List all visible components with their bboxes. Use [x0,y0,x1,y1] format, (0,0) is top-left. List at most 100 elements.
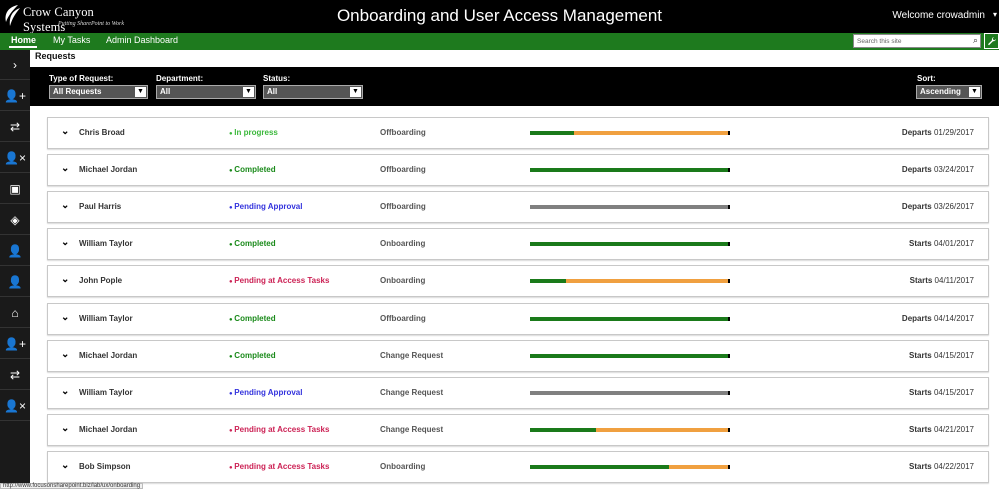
request-progress-bar [530,390,730,395]
progress-pending-fill [530,205,729,210]
progress-end-marker [728,168,730,173]
sidebar-managers[interactable]: 👤 [0,236,30,266]
status-filter-select[interactable]: All ▼ [263,85,363,99]
type-filter-select[interactable]: All Requests ▼ [49,85,148,99]
expand-chevron-icon[interactable]: ⌄ [61,200,69,211]
request-date-label: Starts [909,461,932,471]
user-icon: 👤 [7,275,23,289]
expand-chevron-icon[interactable]: ⌄ [61,423,69,434]
remove-user-icon: 👤× [4,399,26,413]
sidebar-expand-button[interactable]: › [0,50,30,80]
expand-chevron-icon[interactable]: ⌄ [61,274,69,285]
request-date-value: 04/11/2017 [934,276,974,286]
request-row[interactable]: ⌄ William Taylor ● Completed Offboarding Dep… [47,302,989,335]
progress-end-marker [728,205,730,210]
sort-label: Sort: [917,74,936,83]
sidebar-change-request-2[interactable]: ⇄ [0,360,30,390]
nav-my-tasks-link[interactable]: My Tasks [53,35,90,45]
request-row[interactable]: ⌄ Michael Jordan ● Completed Offboarding Dep… [47,154,989,187]
request-row[interactable]: ⌄ William Taylor ● Pending Approval Change … [47,376,989,409]
wrench-icon [987,37,996,46]
request-date-value: 01/29/2017 [933,128,974,137]
request-progress-bar [530,316,730,321]
request-type: Offboarding [380,313,426,323]
expand-chevron-icon[interactable]: ⌄ [61,237,69,248]
request-type: Offboarding [380,128,426,137]
sidebar-change-request[interactable]: ⇄ [0,112,30,142]
user-menu-caret-icon[interactable]: ▾ [993,10,997,19]
request-status-text: Pending at Access Tasks [234,461,330,471]
chevron-down-icon: ▼ [350,87,361,97]
request-date-value: 04/14/2017 [933,313,974,323]
save-icon: ▣ [9,182,21,196]
expand-chevron-icon[interactable]: ⌄ [61,312,69,323]
request-date-value: 03/26/2017 [933,202,974,212]
department-filter-value: All [160,87,171,96]
welcome-user-menu[interactable]: Welcome crowadmin [892,10,985,21]
request-employee-name: Michael Jordan [79,424,138,434]
progress-complete-fill [530,316,729,321]
sidebar-offboarding[interactable]: 👤× [0,143,30,173]
remove-user-icon: 👤× [4,151,26,165]
nav-admin-dashboard-link[interactable]: Admin Dashboard [106,35,178,45]
request-row[interactable]: ⌄ Paul Harris ● Pending Approval Offboardin… [47,191,989,224]
add-user-icon: 👤+ [4,337,26,351]
request-date: Departs 04/14/2017 [902,314,974,323]
request-row[interactable]: ⌄ Bob Simpson ● Pending at Access Tasks Onb… [47,450,989,483]
request-row[interactable]: ⌄ William Taylor ● Completed Onboarding Star… [47,228,989,261]
request-status-text: Completed [234,165,276,175]
request-date-value: 03/24/2017 [933,165,974,175]
sidebar-new-onboarding[interactable]: 👤+ [0,81,30,111]
search-icon[interactable]: ⌕ [973,35,978,46]
chevron-down-icon: ▼ [243,87,254,97]
request-status: ● Pending at Access Tasks [229,276,329,285]
sidebar-home[interactable]: ⌂ [0,298,30,328]
sidebar-new-onboarding-2[interactable]: 👤+ [0,329,30,359]
request-status: ● Pending at Access Tasks [229,425,329,434]
search-input[interactable] [854,35,966,47]
progress-end-marker [728,279,730,284]
request-row[interactable]: ⌄ John Pople ● Pending at Access Tasks Onbo… [47,265,989,298]
request-progress-bar [530,168,730,173]
request-date: Starts 04/01/2017 [909,239,974,248]
request-date-value: 04/01/2017 [933,239,974,249]
request-date-label: Starts [909,387,932,397]
expand-chevron-icon[interactable]: ⌄ [61,163,69,174]
request-progress-bar [530,427,730,432]
settings-wrench-button[interactable] [984,33,999,49]
request-date-label: Starts [909,350,932,360]
request-status-text: Completed [234,313,276,323]
expand-chevron-icon[interactable]: ⌄ [61,386,69,397]
request-status: ● In progress [229,128,278,137]
nav-home-link[interactable]: Home [11,35,36,45]
progress-end-marker [728,242,730,247]
expand-chevron-icon[interactable]: ⌄ [61,349,69,360]
sidebar-tags[interactable]: ◈ [0,205,30,235]
sidebar-offboarding-2[interactable]: 👤× [0,391,30,421]
request-date: Starts 04/11/2017 [910,276,974,285]
request-progress-bar [530,353,730,358]
progress-end-marker [728,316,730,321]
request-row[interactable]: ⌄ Michael Jordan ● Completed Change Request… [47,339,989,372]
sort-select[interactable]: Ascending ▼ [916,85,982,99]
expand-chevron-icon[interactable]: ⌄ [61,126,69,137]
request-row[interactable]: ⌄ Chris Broad ● In progress Offboarding Depa… [47,117,989,149]
request-type: Offboarding [380,202,426,212]
sidebar-save[interactable]: ▣ [0,174,30,204]
transfer-icon: ⇄ [9,368,21,382]
progress-end-marker [728,427,730,432]
request-type: Offboarding [380,165,426,175]
request-status: ● Completed [229,351,276,360]
filter-bar: Type of Request: All Requests ▼ Departme… [30,67,999,106]
department-filter-label: Department: [156,74,204,83]
request-date: Starts 04/21/2017 [909,425,974,434]
expand-chevron-icon[interactable]: ⌄ [61,460,69,471]
add-user-icon: 👤+ [4,89,26,103]
request-progress-bar [530,131,730,135]
sidebar-users[interactable]: 👤 [0,267,30,297]
request-status: ● Completed [229,239,276,248]
request-date: Starts 04/15/2017 [909,351,974,360]
progress-complete-fill [530,427,596,432]
request-row[interactable]: ⌄ Michael Jordan ● Pending at Access Tasks… [47,413,989,446]
department-filter-select[interactable]: All ▼ [156,85,256,99]
